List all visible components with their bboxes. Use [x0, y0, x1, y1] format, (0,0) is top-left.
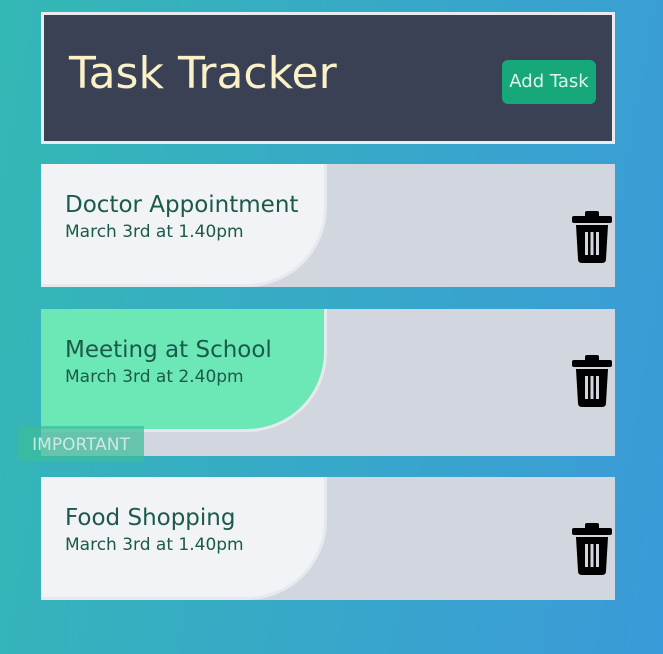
- trash-icon[interactable]: [572, 355, 612, 407]
- task-date: March 3rd at 1.40pm: [65, 222, 244, 242]
- task-text: Food Shopping March 3rd at 1.40pm: [65, 503, 244, 557]
- task-text: Meeting at School March 3rd at 2.40pm: [65, 335, 272, 389]
- trash-icon[interactable]: [572, 523, 612, 575]
- task-title: Doctor Appointment: [65, 192, 299, 218]
- trash-icon[interactable]: [572, 211, 612, 263]
- task-title: Food Shopping: [65, 505, 236, 531]
- page-title: Task Tracker: [69, 48, 337, 99]
- important-badge: IMPORTANT: [18, 426, 144, 462]
- task-text: Doctor Appointment March 3rd at 1.40pm: [65, 190, 298, 244]
- task-item[interactable]: Doctor Appointment March 3rd at 1.40pm: [41, 164, 615, 287]
- task-title: Meeting at School: [65, 337, 272, 363]
- task-item[interactable]: Food Shopping March 3rd at 1.40pm: [41, 477, 615, 600]
- add-task-button[interactable]: Add Task: [502, 60, 596, 104]
- task-date: March 3rd at 1.40pm: [65, 535, 244, 555]
- app-header: Task Tracker Add Task: [41, 12, 615, 144]
- task-date: March 3rd at 2.40pm: [65, 367, 244, 387]
